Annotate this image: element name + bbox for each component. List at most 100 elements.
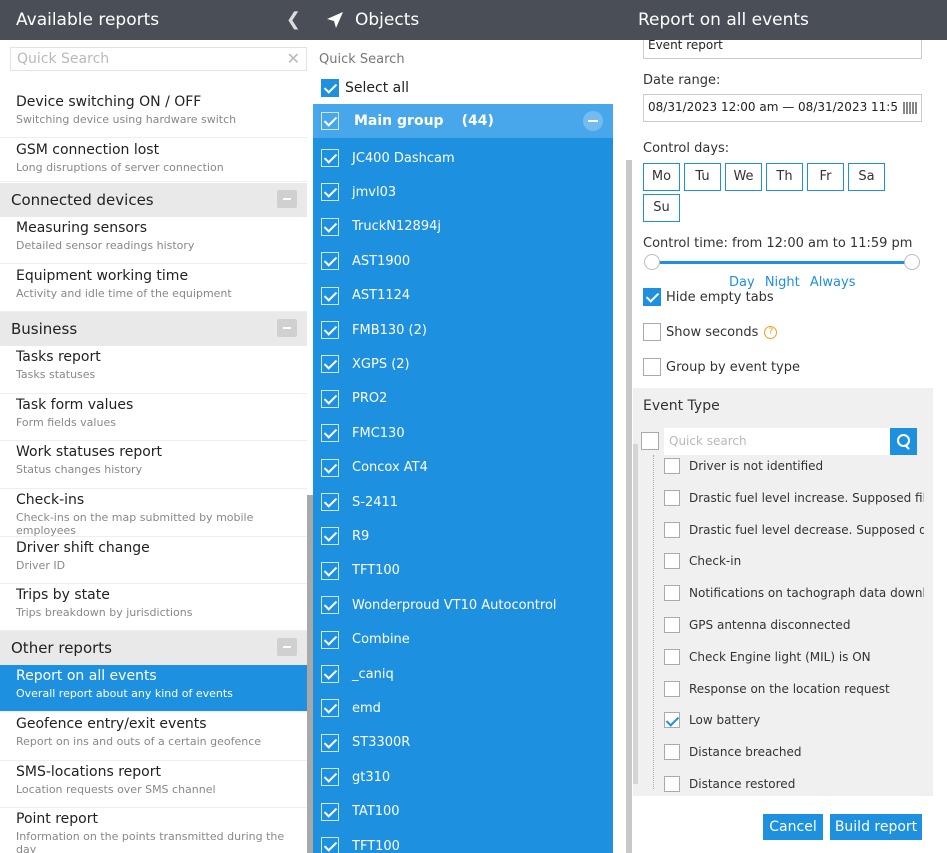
event-search-input[interactable]: Quick search	[664, 428, 890, 455]
category-other-reports[interactable]: Other reports	[0, 631, 307, 665]
object-checkbox[interactable]	[321, 183, 339, 202]
object-checkbox[interactable]	[321, 630, 339, 649]
event-checkbox[interactable]	[664, 521, 680, 538]
report-item-gsm-lost[interactable]: GSM connection lost Long disruptions of …	[0, 139, 307, 182]
event-checkbox[interactable]	[664, 585, 680, 602]
object-checkbox[interactable]	[321, 252, 339, 271]
report-item-geofence[interactable]: Geofence entry/exit events Report on ins…	[0, 713, 307, 761]
event-checkbox[interactable]	[664, 489, 680, 506]
event-row[interactable]: Check-in	[664, 553, 924, 570]
event-checkbox[interactable]	[664, 776, 680, 792]
time-slider-end-handle[interactable]	[904, 254, 920, 270]
event-row[interactable]: Distance breached	[664, 744, 924, 761]
object-checkbox[interactable]	[321, 699, 339, 718]
report-item-task-form[interactable]: Task form values Form fields values	[0, 394, 307, 441]
collapse-group-icon[interactable]	[583, 111, 603, 131]
day-thursday[interactable]: Th	[766, 163, 803, 191]
report-item-tasks[interactable]: Tasks report Tasks statuses	[0, 346, 307, 394]
event-checkbox[interactable]	[664, 553, 680, 570]
object-checkbox[interactable]	[321, 321, 339, 339]
object-row[interactable]: TFT100	[313, 829, 613, 853]
object-row[interactable]: FMB130 (2)	[313, 313, 613, 347]
objects-search-input[interactable]: Quick Search	[319, 52, 405, 67]
checkbox-icon[interactable]	[643, 288, 661, 306]
object-checkbox[interactable]	[321, 389, 339, 408]
object-checkbox[interactable]	[321, 768, 339, 787]
cancel-button[interactable]: Cancel	[763, 814, 823, 840]
object-checkbox[interactable]	[321, 802, 339, 821]
event-checkbox[interactable]	[664, 617, 680, 633]
event-row[interactable]: Driver is not identified	[664, 458, 924, 474]
event-row[interactable]: GPS antenna disconnected	[664, 617, 924, 633]
object-row[interactable]: Concox AT4	[313, 451, 613, 485]
object-row[interactable]: TAT100	[313, 795, 613, 829]
object-checkbox[interactable]	[321, 458, 339, 477]
report-name-field[interactable]: Event report	[643, 40, 922, 59]
object-row[interactable]: FMC130	[313, 416, 613, 450]
event-checkbox[interactable]	[664, 744, 680, 761]
search-icon[interactable]	[890, 428, 917, 455]
event-checkbox[interactable]	[664, 648, 680, 665]
event-row[interactable]: Response on the location request	[664, 680, 924, 697]
report-item-driver-shift[interactable]: Driver shift change Driver ID	[0, 537, 307, 584]
report-item-measuring-sensors[interactable]: Measuring sensors Detailed sensor readin…	[0, 217, 307, 264]
group-by-event-type-option[interactable]: Group by event type	[643, 358, 800, 376]
category-connected-devices[interactable]: Connected devices	[0, 183, 307, 217]
object-row[interactable]: TFT100	[313, 554, 613, 588]
hide-empty-tabs-option[interactable]: Hide empty tabs	[643, 288, 774, 306]
report-item-work-statuses[interactable]: Work statuses report Status changes hist…	[0, 441, 307, 489]
object-checkbox[interactable]	[321, 527, 339, 546]
events-scrollbar[interactable]	[633, 444, 638, 784]
report-item-all-events[interactable]: Report on all events Overall report abou…	[0, 665, 307, 712]
object-row[interactable]: S-2411	[313, 485, 613, 519]
event-checkbox[interactable]	[664, 712, 680, 729]
event-row[interactable]: Distance restored	[664, 776, 924, 792]
build-report-button[interactable]: Build report	[830, 814, 922, 840]
time-slider-start-handle[interactable]	[644, 254, 660, 270]
day-friday[interactable]: Fr	[807, 163, 844, 191]
report-item-point-report[interactable]: Point report Information on the points t…	[0, 808, 307, 853]
event-row[interactable]: Low battery	[664, 712, 924, 729]
collapse-icon[interactable]	[277, 638, 297, 656]
object-row[interactable]: XGPS (2)	[313, 347, 613, 381]
select-all-events-checkbox[interactable]	[641, 432, 659, 450]
day-wednesday[interactable]: We	[725, 163, 762, 191]
event-checkbox[interactable]	[664, 458, 680, 474]
object-row[interactable]: _caniq	[313, 657, 613, 691]
day-monday[interactable]: Mo	[643, 163, 680, 191]
reports-search-input[interactable]: Quick Search ✕	[10, 47, 307, 71]
report-item-device-switching[interactable]: Device switching ON / OFF Switching devi…	[0, 91, 307, 138]
preset-always[interactable]: Always	[810, 275, 856, 290]
object-checkbox[interactable]	[321, 733, 339, 752]
checkbox-icon[interactable]	[643, 358, 661, 376]
checkbox-icon[interactable]	[643, 323, 661, 341]
calendar-icon[interactable]	[903, 102, 917, 114]
object-checkbox[interactable]	[321, 665, 339, 683]
clear-search-icon[interactable]: ✕	[287, 49, 300, 68]
day-saturday[interactable]: Sa	[848, 163, 885, 191]
object-row[interactable]: ST3300R	[313, 726, 613, 760]
group-main[interactable]: Main group (44)	[313, 104, 613, 138]
object-row[interactable]: TruckN12894j	[313, 210, 613, 244]
report-item-sms-locations[interactable]: SMS-locations report Location requests o…	[0, 761, 307, 808]
show-seconds-option[interactable]: Show seconds ?	[643, 323, 778, 341]
report-item-equipment-working[interactable]: Equipment working time Activity and idle…	[0, 265, 307, 312]
day-sunday[interactable]: Su	[643, 194, 680, 222]
object-checkbox[interactable]	[321, 149, 339, 167]
group-checkbox[interactable]	[321, 112, 339, 130]
object-row[interactable]: PRO2	[313, 382, 613, 416]
date-range-field[interactable]: 08/31/2023 12:00 am — 08/31/2023 11:5	[643, 94, 922, 122]
object-row[interactable]: R9	[313, 519, 613, 553]
object-checkbox[interactable]	[321, 286, 339, 305]
event-row[interactable]: Check Engine light (MIL) is ON	[664, 648, 924, 665]
object-checkbox[interactable]	[321, 424, 339, 443]
help-icon[interactable]: ?	[764, 325, 778, 339]
object-row[interactable]: JC400 Dashcam	[313, 141, 613, 175]
object-row[interactable]: jmvl03	[313, 175, 613, 209]
object-row[interactable]: Wonderproud VT10 Autocontrol	[313, 588, 613, 622]
collapse-chevron-icon[interactable]: ❮	[286, 9, 301, 30]
collapse-icon[interactable]	[277, 319, 297, 337]
event-row[interactable]: Drastic fuel level increase. Supposed fi…	[664, 489, 924, 506]
object-row[interactable]: AST1124	[313, 279, 613, 313]
day-tuesday[interactable]: Tu	[684, 163, 721, 191]
